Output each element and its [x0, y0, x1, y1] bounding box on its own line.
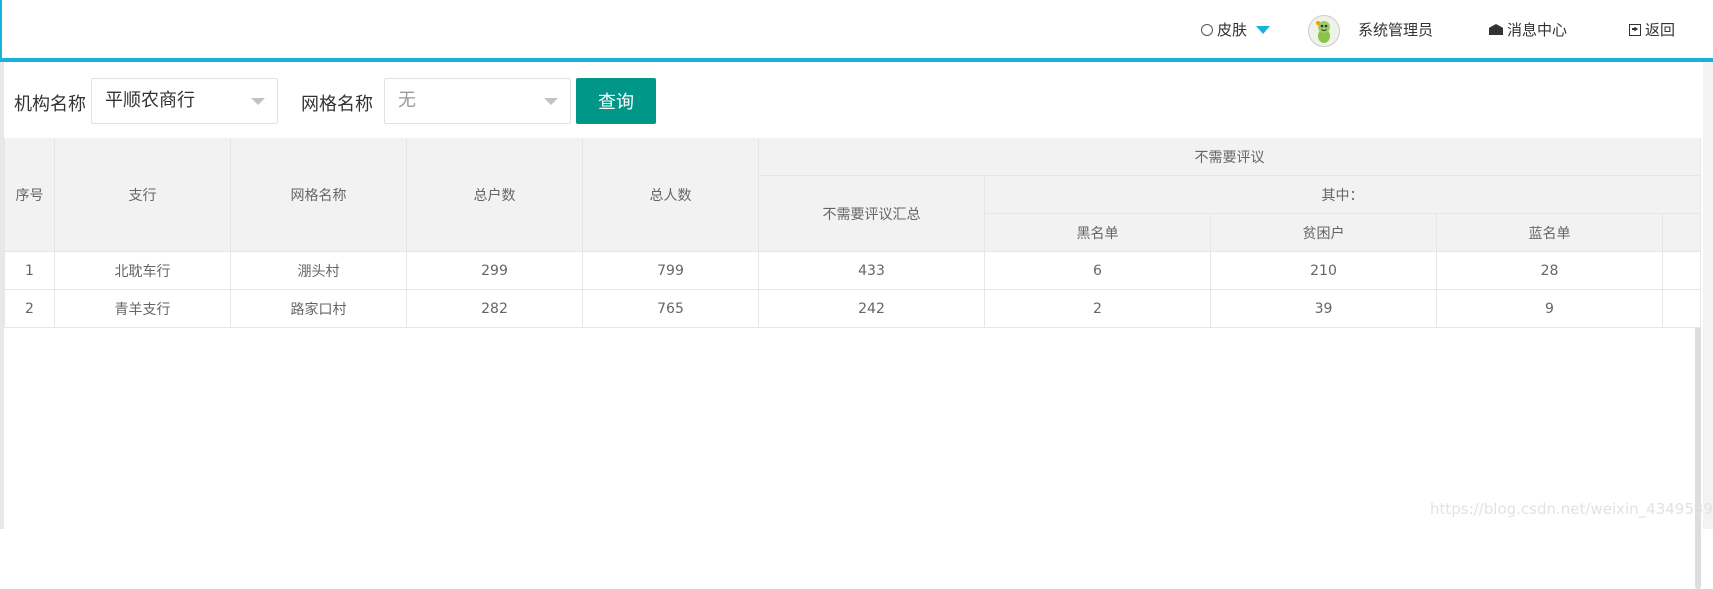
skin-label: 皮肤 [1217, 21, 1248, 39]
table-cell-branch: 北耽车行 [55, 252, 231, 290]
top-header: 皮肤 系统管理员 消息中心 返回 [0, 0, 1713, 62]
header-grid-name: 网格名称 [231, 138, 407, 252]
org-select-value: 平顺农商行 [105, 90, 195, 111]
chevron-down-icon [544, 98, 558, 105]
header-no-review-group: 不需要评议 [759, 138, 1701, 176]
message-center-label: 消息中心 [1507, 21, 1568, 39]
envelope-icon [1489, 24, 1503, 35]
org-label: 机构名称 [14, 94, 86, 115]
table-cell-households: 299 [407, 252, 583, 290]
user-name[interactable]: 系统管理员 [1358, 19, 1433, 40]
header-total-households: 总户数 [407, 138, 583, 252]
table-cell-people: 765 [583, 290, 759, 328]
table-cell-no-review-total: 242 [759, 290, 985, 328]
header-index: 序号 [4, 138, 55, 252]
header-blacklist: 黑名单 [985, 214, 1211, 252]
table-cell-extra [1663, 290, 1701, 328]
table-cell-poor: 210 [1211, 252, 1437, 290]
query-button[interactable]: 查询 [576, 78, 656, 124]
table-cell-index: 2 [4, 290, 55, 328]
header-branch: 支行 [55, 138, 231, 252]
message-center-link[interactable]: 消息中心 [1489, 19, 1567, 40]
table-cell-households: 282 [407, 290, 583, 328]
back-link[interactable]: 返回 [1629, 19, 1675, 40]
org-select[interactable]: 平顺农商行 [91, 78, 278, 124]
table-cell-blacklist: 2 [985, 290, 1211, 328]
grid-select-value: 无 [398, 90, 416, 111]
header-among: 其中： [985, 176, 1701, 214]
header-total-people: 总人数 [583, 138, 759, 252]
header-poor: 贫困户 [1211, 214, 1437, 252]
header-extra-column [1663, 214, 1701, 252]
skin-switcher[interactable]: 皮肤 [1201, 19, 1271, 40]
watermark: https://blog.csdn.net/weixin_43495390 [1430, 500, 1713, 518]
user-avatar[interactable] [1308, 15, 1340, 47]
table-cell-grid: 路家口村 [231, 290, 407, 328]
table-cell-index: 1 [4, 252, 55, 290]
skin-radio-icon [1201, 23, 1213, 36]
grid-label: 网格名称 [301, 94, 373, 115]
table-cell-extra [1663, 252, 1701, 290]
table-cell-poor: 39 [1211, 290, 1437, 328]
table-cell-bluelist: 28 [1437, 252, 1663, 290]
table-cell-bluelist: 9 [1437, 290, 1663, 328]
header-no-review-total: 不需要评议汇总 [759, 176, 985, 252]
table-cell-grid: 淜头村 [231, 252, 407, 290]
table-cell-branch: 青羊支行 [55, 290, 231, 328]
table-cell-people: 799 [583, 252, 759, 290]
table-cell-blacklist: 6 [985, 252, 1211, 290]
grid-select[interactable]: 无 [384, 78, 571, 124]
avatar-icon [1309, 16, 1339, 46]
sign-out-icon [1629, 23, 1641, 36]
chevron-down-icon [251, 98, 265, 105]
table-cell-no-review-total: 433 [759, 252, 985, 290]
caret-down-icon [1256, 25, 1271, 34]
back-label: 返回 [1645, 21, 1676, 39]
header-bluelist: 蓝名单 [1437, 214, 1663, 252]
